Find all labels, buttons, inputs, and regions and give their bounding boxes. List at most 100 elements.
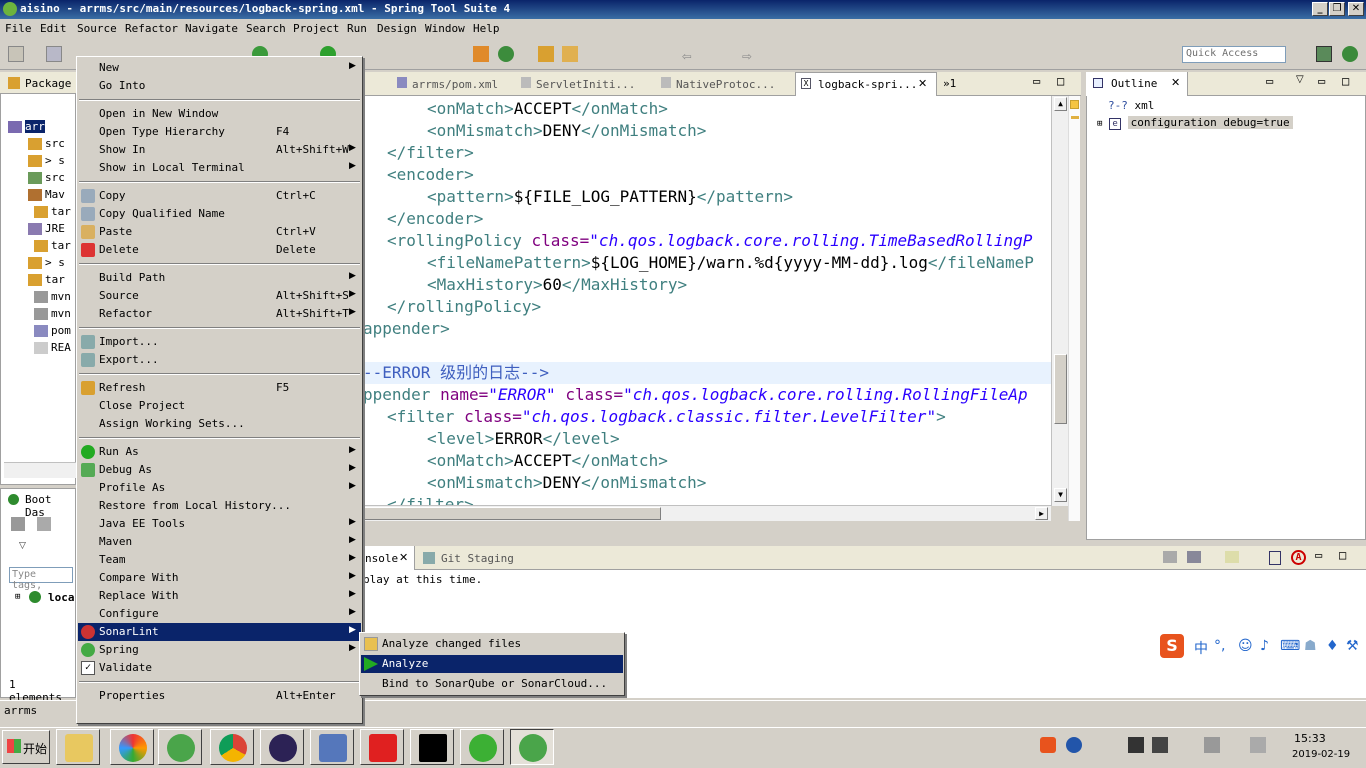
marker[interactable] [1071, 116, 1079, 119]
ime-toolbar[interactable]: S 中 °, ☺ ♪ ⌨ ☗ ♦ ⚒ [1158, 632, 1366, 662]
tree-row[interactable]: tar [28, 273, 65, 290]
tree-row[interactable]: REA [34, 341, 71, 358]
collapse-all-icon[interactable]: ▭ [1266, 74, 1273, 88]
context-menu-item[interactable]: Configure ▶ [78, 605, 361, 623]
context-menu-item[interactable]: Export... [78, 351, 361, 369]
taskbar-network[interactable] [310, 729, 354, 765]
expand-icon[interactable]: ⊞ [15, 592, 20, 602]
clock-time[interactable]: 15:33 [1294, 732, 1326, 745]
tree-row[interactable]: tar [34, 205, 71, 222]
scroll-down-icon[interactable]: ▼ [1054, 488, 1067, 502]
expand-icon[interactable]: ⊞ [1097, 119, 1102, 129]
open-console-icon[interactable] [1225, 551, 1239, 563]
punctuation-icon[interactable]: °, [1214, 638, 1225, 654]
tray-app-icon[interactable] [1128, 737, 1144, 753]
tools-icon[interactable]: ⚒ [1346, 638, 1359, 654]
tray-help-icon[interactable] [1066, 737, 1082, 753]
tree-row[interactable]: pom [34, 324, 71, 341]
context-menu-item[interactable]: Show in Local Terminal ▶ [78, 159, 361, 177]
scroll-right-icon[interactable]: ▶ [1035, 507, 1048, 520]
menu-run[interactable]: Run [347, 22, 367, 35]
code-editor[interactable]: <onMatch>ACCEPT</onMatch> <onMismatch>DEN… [363, 96, 1051, 508]
menu-file[interactable]: File [5, 22, 32, 35]
maximize-editor-icon[interactable]: □ [1057, 74, 1064, 88]
tray-network-icon[interactable] [1204, 737, 1220, 753]
tree-row[interactable]: src [28, 171, 65, 188]
emoji-icon[interactable]: ☺ [1238, 638, 1253, 654]
restore-button[interactable]: ❐ [1329, 2, 1345, 16]
quick-access-input[interactable]: Quick Access [1182, 46, 1286, 63]
tree-row[interactable]: mvn [34, 307, 71, 324]
context-menu-item[interactable]: Debug As ▶ [78, 461, 361, 479]
context-menu-item[interactable]: Open Type Hierarchy F4 [78, 123, 361, 141]
context-menu-item[interactable]: Refactor Alt+Shift+T ▶ [78, 305, 361, 323]
local-target-label[interactable]: loca [48, 591, 75, 604]
context-menu-item[interactable]: New ▶ [78, 59, 361, 77]
context-menu-item[interactable]: Copy Qualified Name [78, 205, 361, 223]
forward-arrow-icon[interactable]: ⇨ [742, 46, 758, 65]
close-outline-icon[interactable]: ✕ [1171, 76, 1180, 89]
new-icon[interactable] [8, 46, 24, 62]
save-icon[interactable] [46, 46, 62, 62]
taskbar-sts-1[interactable] [158, 729, 202, 765]
back-arrow-icon[interactable]: ⇦ [682, 46, 698, 65]
start-button[interactable]: 开始 [2, 730, 50, 764]
menu-source[interactable]: Source [77, 22, 117, 35]
context-menu-item[interactable]: Spring ▶ [78, 641, 361, 659]
tab-git-staging[interactable]: Git Staging [441, 552, 514, 565]
a-icon[interactable]: A [1291, 550, 1306, 565]
tree-row[interactable]: > s [28, 256, 65, 273]
tab-servlet-init[interactable]: ServletIniti... [521, 77, 635, 91]
sogou-ime-icon[interactable]: S [1160, 634, 1184, 658]
chevron-down-icon[interactable]: ▽ [19, 541, 26, 551]
menu-search[interactable]: Search [246, 22, 286, 35]
context-menu-item[interactable]: Replace With ▶ [78, 587, 361, 605]
editor-vscroll[interactable]: ▲ ▼ [1051, 96, 1068, 506]
context-menu-item[interactable]: Paste Ctrl+V [78, 223, 361, 241]
start-process-icon[interactable] [11, 517, 25, 531]
context-menu-item[interactable]: Refresh F5 [78, 379, 361, 397]
context-menu-item[interactable]: Compare With ▶ [78, 569, 361, 587]
taskbar-app-2[interactable] [110, 729, 154, 765]
context-menu-item[interactable]: Properties Alt+Enter [78, 687, 361, 705]
minimize-editor-icon[interactable]: ▭ [1033, 74, 1040, 88]
maximize-console-icon[interactable]: □ [1339, 548, 1346, 562]
hscroll-thumb[interactable] [363, 507, 661, 520]
pin-console-icon[interactable] [1163, 551, 1177, 563]
open-folder-icon[interactable] [538, 46, 554, 62]
taskbar-youdao[interactable] [360, 729, 404, 765]
context-menu-item[interactable]: ✓ Validate [78, 659, 361, 677]
context-menu-item[interactable]: Source Alt+Shift+S ▶ [78, 287, 361, 305]
menu-refactor[interactable]: Refactor [125, 22, 178, 35]
context-menu-item[interactable]: Delete Delete [78, 241, 361, 259]
minimize-outline-icon[interactable]: ▭ [1318, 74, 1325, 88]
tree-row[interactable]: JRE [28, 222, 65, 239]
context-menu-item[interactable]: SonarLint ▶ [78, 623, 361, 641]
context-menu-item[interactable]: Go Into [78, 77, 361, 95]
scroll-up-icon[interactable]: ▲ [1054, 97, 1067, 111]
context-menu-item[interactable]: Open in New Window [78, 105, 361, 123]
tree-row[interactable]: arr [8, 120, 45, 137]
tree-row[interactable]: mvn [34, 290, 71, 307]
context-menu-item[interactable]: Team ▶ [78, 551, 361, 569]
menu-help[interactable]: Help [473, 22, 500, 35]
display-console-icon[interactable] [1187, 551, 1201, 563]
chinese-mode-icon[interactable]: 中 [1194, 638, 1208, 658]
refresh-toolbar-icon[interactable] [498, 46, 514, 62]
context-menu-item[interactable]: Show In Alt+Shift+W ▶ [78, 141, 361, 159]
tree-row[interactable]: tar [34, 239, 71, 256]
skin-icon[interactable]: ♦ [1326, 638, 1339, 654]
tab-native-protocol[interactable]: NativeProtoc... [661, 77, 775, 91]
submenu-item[interactable]: Analyze changed files [361, 635, 623, 653]
context-menu-item[interactable]: Build Path ▶ [78, 269, 361, 287]
outline-item-xml[interactable]: ?-? xml [1108, 99, 1154, 112]
tab-pom[interactable]: arrms/pom.xml [397, 77, 498, 91]
tray-app-icon[interactable] [1152, 737, 1168, 753]
tab-overflow[interactable]: »1 [943, 77, 956, 90]
package-hscroll[interactable] [4, 462, 76, 478]
tree-row[interactable]: > s [28, 154, 65, 171]
context-menu-item[interactable]: Run As ▶ [78, 443, 361, 461]
warning-marker-icon[interactable] [1070, 100, 1079, 109]
context-menu-item[interactable]: Profile As ▶ [78, 479, 361, 497]
tree-row[interactable]: Mav [28, 188, 65, 205]
